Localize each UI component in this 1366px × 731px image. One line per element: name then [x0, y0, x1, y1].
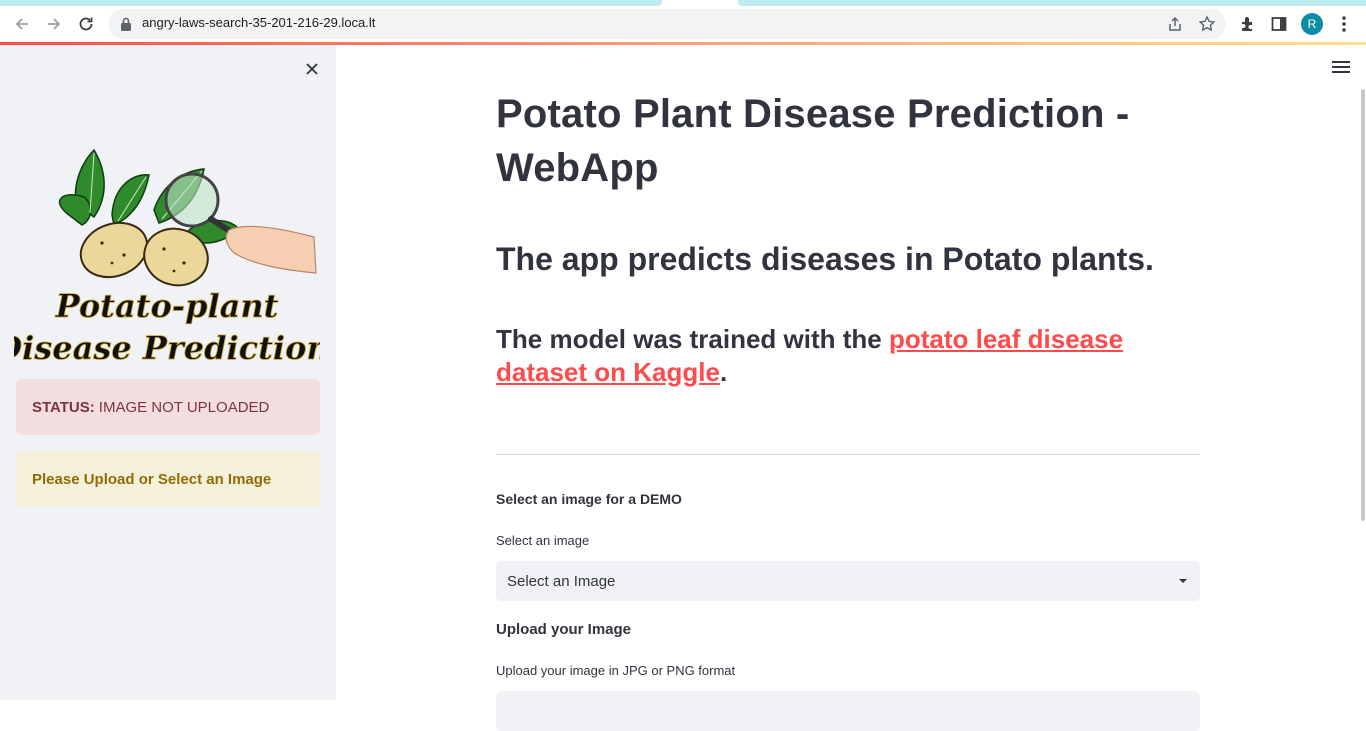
chevron-down-icon	[1179, 579, 1187, 583]
forward-icon[interactable]	[43, 13, 65, 35]
upload-help-text: Upload your image in JPG or PNG format	[496, 663, 736, 678]
page-subtitle: The app predicts diseases in Potato plan…	[496, 241, 1154, 277]
file-dropzone[interactable]	[496, 691, 1200, 731]
back-icon[interactable]	[11, 13, 33, 35]
divider	[496, 454, 1200, 455]
logo-title-line2: Disease Prediction	[14, 329, 320, 365]
potato-logo: Potato-plant Disease Prediction	[14, 148, 320, 365]
lock-icon[interactable]	[120, 16, 134, 32]
main-content: Potato Plant Disease Prediction - WebApp…	[336, 45, 1366, 731]
side-panel-icon[interactable]	[1268, 13, 1290, 35]
model-text-after: .	[719, 357, 728, 387]
extensions-icon[interactable]	[1237, 13, 1259, 35]
scrollbar[interactable]	[1361, 89, 1365, 521]
more-vert-icon[interactable]	[1333, 13, 1355, 35]
browser-toolbar: angry-laws-search-35-201-216-29.loca.lt …	[0, 6, 1366, 42]
select-image-dropdown[interactable]: Select an Image	[496, 561, 1200, 601]
reload-icon[interactable]	[75, 13, 97, 35]
url-text[interactable]: angry-laws-search-35-201-216-29.loca.lt	[142, 15, 375, 30]
sidebar: Potato-plant Disease Prediction STATUS: …	[0, 45, 336, 700]
status-alert: STATUS: IMAGE NOT UPLOADED	[16, 379, 320, 435]
select-image-label: Select an image	[496, 533, 590, 548]
address-bar[interactable]: angry-laws-search-35-201-216-29.loca.lt	[108, 9, 1226, 39]
demo-section-label: Select an image for a DEMO	[496, 491, 682, 507]
menu-icon[interactable]	[1332, 61, 1350, 75]
select-image-value: Select an Image	[507, 573, 616, 590]
close-sidebar-icon[interactable]	[302, 59, 322, 79]
model-description: The model was trained with the potato le…	[496, 323, 1200, 389]
status-label: STATUS:	[32, 398, 95, 416]
profile-avatar[interactable]: R	[1301, 13, 1323, 35]
status-value: IMAGE NOT UPLOADED	[98, 398, 270, 416]
star-icon[interactable]	[1198, 15, 1216, 37]
page-title: Potato Plant Disease Prediction - WebApp	[496, 92, 1130, 190]
upload-section-label: Upload your Image	[496, 621, 632, 638]
share-icon[interactable]	[1166, 15, 1184, 37]
logo-title-line1: Potato-plant	[55, 287, 279, 325]
model-text-before: The model was trained with the	[496, 324, 889, 354]
upload-warning: Please Upload or Select an Image	[16, 451, 320, 507]
